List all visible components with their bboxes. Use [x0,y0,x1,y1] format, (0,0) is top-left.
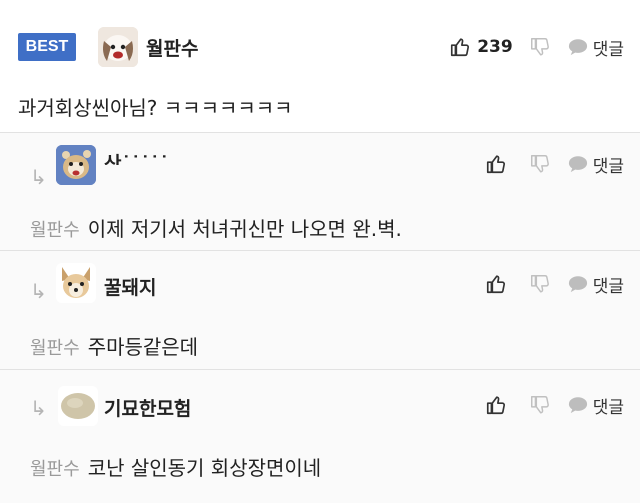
author-name[interactable]: 월판수 [146,34,198,61]
thumbs-up-icon [485,153,507,175]
avatar[interactable] [58,386,98,426]
mention[interactable]: 월판수 [30,459,80,480]
like-button[interactable] [485,153,507,175]
comment-body: 코난 살인동기 회상장면이네 [87,456,322,480]
thumbs-down-icon [529,36,551,58]
reply-button[interactable]: 댓글 [567,35,624,60]
mention[interactable]: 월판수 [30,220,80,241]
comment-text: 월판수 주마등같은데 [30,331,198,360]
reply-button[interactable]: 댓글 [567,272,624,297]
dislike-button[interactable] [529,273,551,295]
thumbs-down-icon [529,273,551,295]
thumbs-up-icon [485,273,507,295]
author-name[interactable]: 기묘한모험 [104,394,191,421]
dislike-button[interactable] [529,153,551,175]
reply-label: 댓글 [592,276,624,297]
comment-actions: 239 댓글 [433,32,624,62]
author-name[interactable]: 꿀돼지 [104,273,156,300]
like-button[interactable] [485,273,507,295]
mention[interactable]: 월판수 [30,338,80,359]
like-button[interactable] [485,394,507,416]
comment-text: 과거회상씬아님? ㅋㅋㅋㅋㅋㅋㅋ [18,96,293,120]
avatar[interactable] [56,263,96,303]
reply-label: 댓글 [592,156,624,177]
reply-arrow-icon: ↳ [30,396,47,420]
speech-bubble-icon [567,37,589,57]
reply-label: 댓글 [592,39,624,60]
avatar[interactable] [98,27,138,67]
reply-arrow-icon: ↳ [30,279,47,303]
like-count: 239 [477,37,513,57]
speech-bubble-icon [567,274,589,294]
thumbs-down-icon [529,153,551,175]
comment-text: 월판수 코난 살인동기 회상장면이네 [30,452,321,481]
best-comment: BEST 월판수 239 댓글 과거회상씬아님? ㅋㅋㅋㅋㅋㅋㅋ [0,0,640,130]
like-button[interactable]: 239 [449,36,513,58]
reply-label: 댓글 [592,397,624,418]
comment-body: 주마등같은데 [87,335,199,359]
reply-arrow-icon: ↳ [30,165,47,189]
reply-item: ↳ 꿀돼지 댓글 월판수 주마등같은데 [0,250,640,369]
author-name[interactable]: 산˙˙˙˙˙ [104,149,234,165]
reply-item: ↳ 기묘한모험 댓글 월판수 코난 살인동기 회상장면이네 [0,369,640,503]
dislike-button[interactable] [529,36,551,58]
comment-body: 이제 저기서 처녀귀신만 나오면 완.벽. [87,217,402,241]
avatar[interactable] [56,145,96,185]
reply-item: ↳ 산˙˙˙˙˙ 댓글 월판수 이제 저기서 처녀귀신만 나오면 완.벽. [0,132,640,251]
thumbs-down-icon [529,394,551,416]
comment-actions: 댓글 [469,269,624,299]
comment-text: 월판수 이제 저기서 처녀귀신만 나오면 완.벽. [30,213,402,242]
speech-bubble-icon [567,395,589,415]
thumbs-up-icon [485,394,507,416]
comment-actions: 댓글 [469,149,624,179]
thumbs-up-icon [449,36,471,58]
dislike-button[interactable] [529,394,551,416]
comment-actions: 댓글 [469,390,624,420]
best-badge: BEST [18,33,76,61]
reply-button[interactable]: 댓글 [567,393,624,418]
reply-button[interactable]: 댓글 [567,152,624,177]
speech-bubble-icon [567,154,589,174]
